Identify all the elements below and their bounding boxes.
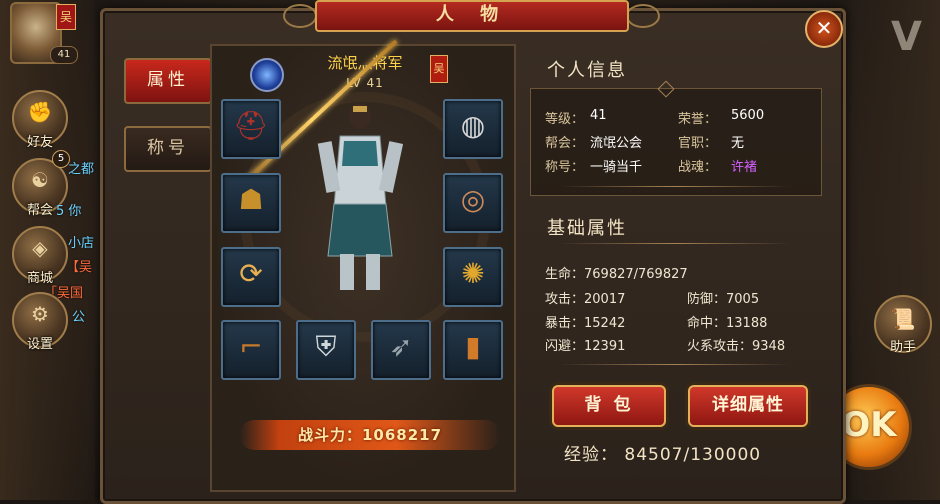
fire-attack-stat: 火系攻击：9348 [687,339,786,354]
gem-icon[interactable] [250,58,284,92]
shop-button[interactable]: ◈ 商城 [12,226,68,286]
combat-power: 战斗力：1068217 [297,426,443,444]
crit-stat: 暴击：15242 [545,316,626,331]
background-sign: V [891,14,922,60]
equip-slot-spearhead[interactable]: ➶ [371,320,431,380]
guild-icon: ☯ [31,168,49,192]
chat-fragment: 【吴 [66,260,93,275]
assistant-button[interactable]: 📜 助手 [874,295,932,355]
friends-button[interactable]: ✊ 好友 [12,90,68,150]
equip-slot-bracer[interactable]: ▮ [443,320,503,380]
dodge-stat: 闪避：12391 [545,339,626,354]
equip-slot-amulet[interactable]: ⟳ [221,247,281,307]
dialog-title-bar: 人 物 [315,0,629,32]
dialog-title: 人 物 [435,4,509,25]
defense-stat: 防御：7005 [687,292,760,307]
detailed-attributes-button[interactable]: 详细属性 [688,385,808,427]
title-value: 一骑当千 [590,160,643,175]
bracer-icon: ▮ [465,330,481,363]
hp-stat: 生命：769827/769827 [545,267,688,282]
ring-icon: ◎ [460,183,486,216]
pendant-icon: ✺ [461,257,485,290]
hit-stat: 命中：13188 [687,316,768,331]
assistant-label: 助手 [889,340,916,355]
office-key: 官职： [678,136,718,151]
war-soul-key: 战魂： [678,160,718,175]
close-icon: ✕ [815,16,833,40]
necklace-icon: ◍ [460,109,486,142]
experience: 经验： 84507/130000 [564,445,762,465]
shop-icon: ◈ [32,236,48,260]
helmet-icon: ⛑ [233,109,269,142]
friends-label: 好友 [26,135,53,150]
tab-attributes[interactable]: 属性 [124,58,212,104]
divider [560,243,790,244]
settings-label: 设置 [26,337,53,352]
equip-slot-shoulder[interactable]: ☗ [221,173,281,233]
war-soul-value: 许褚 [731,160,758,175]
equip-slot-pendant[interactable]: ✺ [443,247,503,307]
spearhead-icon: ➶ [389,330,413,363]
chat-fragment: 5 你 [56,204,82,219]
tab-titles[interactable]: 称号 [124,126,212,172]
divider [560,186,790,187]
equip-slot-helmet[interactable]: ⛑ [221,99,281,159]
guild-key: 帮会： [545,136,585,151]
office-value: 无 [731,136,745,151]
equip-slot-ring[interactable]: ◎ [443,173,503,233]
attack-stat: 攻击：20017 [545,292,626,307]
armor-icon: ⛨ [315,330,337,363]
title-key: 称号： [545,160,585,175]
honor-key: 荣誉： [678,112,718,127]
equip-slot-boots[interactable]: ⌐ [221,320,281,380]
guild-value: 流氓公会 [590,136,643,151]
chat-fragment: 之都 [68,162,95,177]
close-button[interactable]: ✕ [805,10,843,48]
gear-icon: ⚙ [31,302,49,326]
shoulder-armor-icon: ☗ [238,183,264,216]
level-key: 等级： [545,112,585,127]
divider [560,364,790,365]
honor-value: 5600 [731,108,765,123]
equip-slot-necklace[interactable]: ◍ [443,99,503,159]
character-model[interactable] [300,96,420,296]
faction-flag-icon: 吴 [430,55,448,83]
equip-slot-armor[interactable]: ⛨ [296,320,356,380]
bag-button[interactable]: 背 包 [552,385,666,427]
chat-fragment: 「吴国 [44,286,84,301]
handshake-icon: ✊ [27,100,53,124]
character-level: LV 41 [346,76,384,90]
combat-power-bar: 战斗力：1068217 [240,420,500,450]
player-level-badge: 41 [50,46,78,64]
boots-icon: ⌐ [239,330,263,363]
base-attributes-title: 基础属性 [547,218,627,239]
level-value: 41 [590,108,607,123]
amulet-icon: ⟳ [239,257,263,290]
personal-info-title: 个人信息 [547,60,627,81]
title-ornament-left [283,4,317,28]
title-ornament-right [626,4,660,28]
scroll-icon: 📜 [890,307,916,331]
portrait-faction-flag: 吴 [56,4,76,30]
chat-fragment: 公 [72,310,86,325]
chat-fragment: 小店 [68,236,95,251]
